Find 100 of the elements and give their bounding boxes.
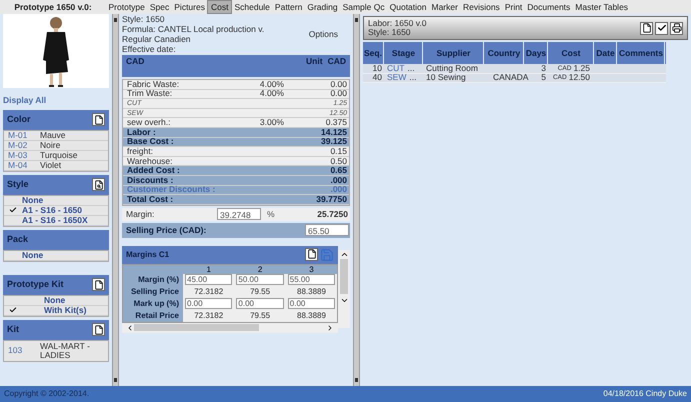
margin-field[interactable]: 55.00 (288, 274, 336, 286)
selling-price-field[interactable]: 65.50 (305, 224, 349, 236)
list-item[interactable]: M-04 Violet (4, 160, 108, 171)
color-name: Violet (40, 160, 62, 172)
row-heading: Margin (%) (123, 274, 183, 286)
margin-field[interactable]: 0.00 (236, 298, 284, 310)
menu-tab[interactable]: Spec (147, 0, 172, 14)
menu-tab[interactable]: Quotation (387, 0, 429, 14)
menu-tab[interactable]: Documents (524, 0, 573, 14)
column-heading: 3 (308, 264, 315, 274)
panel-title: Labor: 1650 v.0 (368, 19, 426, 28)
window-title: Prototype 1650 v.0: (13, 0, 93, 14)
row-label: Trim Waste: (126, 89, 174, 98)
menu-tab[interactable]: Marker (429, 0, 460, 14)
list-item[interactable]: M-03 Turquoise (4, 150, 108, 161)
new-document-button[interactable] (92, 113, 105, 126)
list-item[interactable]: None (4, 296, 108, 306)
list-item[interactable]: M-01 Mauve (4, 130, 108, 141)
cad-heading: CAD (328, 55, 346, 68)
amount-value: .000 (329, 185, 348, 194)
row-heading: Mark up (%) (123, 298, 183, 310)
currency-heading: CAD (126, 55, 144, 68)
options-link[interactable]: Options (308, 29, 338, 39)
section-title: Style (7, 178, 29, 191)
more-button[interactable]: ... (407, 64, 415, 73)
menu-tab[interactable]: Schedule (232, 0, 272, 14)
percent-value: 3.00% (260, 117, 284, 128)
margin-field[interactable]: 45.00 (185, 274, 232, 286)
table-cell-text: 10 (372, 64, 383, 73)
margin-field[interactable]: 39.2748 (217, 208, 261, 220)
table-cell-text: 88.3889 (296, 287, 327, 296)
user-date-text: 04/18/2016 Cindy Duke (603, 388, 687, 400)
amount-value: 0.375 (324, 118, 348, 128)
new-document-button[interactable] (92, 323, 105, 336)
section-title: Color (7, 113, 30, 126)
list-item[interactable]: A1 - S16 - 1650 (4, 206, 108, 216)
margin-field[interactable]: 0.00 (185, 298, 232, 310)
more-button[interactable]: ... (409, 73, 416, 82)
new-document-button[interactable] (305, 248, 318, 261)
column-heading: Seq. (363, 42, 384, 64)
color-name: Mauve (40, 128, 66, 142)
check-icon (9, 306, 17, 314)
item-label: None (43, 294, 66, 306)
amount-value: 14.125 (320, 128, 348, 137)
new-document-button[interactable] (640, 22, 653, 34)
display-all-link[interactable]: Display All (3, 94, 109, 107)
list-item[interactable]: None (4, 196, 108, 206)
check-button[interactable] (655, 22, 668, 34)
list-item[interactable]: M-02 Noire (4, 140, 108, 151)
menu-tab[interactable]: Pattern (272, 0, 305, 14)
list-item[interactable]: 103 WAL-MART - LADIES (4, 340, 108, 361)
column-heading: 1 (205, 264, 212, 274)
new-document-button[interactable] (92, 178, 105, 192)
menu-tab[interactable]: Cost (207, 0, 232, 14)
table-cell-text: 72.3182 (193, 311, 224, 320)
amount-value: 0.00 (329, 89, 348, 98)
item-label: None (22, 248, 44, 262)
margin-field[interactable]: 50.00 (236, 274, 284, 286)
row-label: Discounts : (126, 176, 174, 185)
style-label: Style: 1650 (368, 28, 412, 37)
style-label: Style: 1650 (122, 14, 166, 24)
column-heading: Date (595, 42, 617, 64)
amount-value: 0.15 (329, 146, 348, 156)
list-item[interactable]: With Kit(s) (4, 306, 108, 316)
effective-date-label: Effective date: (122, 44, 177, 54)
list-item[interactable]: None (4, 250, 108, 261)
menu-tab[interactable]: Print (502, 0, 525, 14)
selling-price-label: Selling Price (CAD): (125, 224, 208, 237)
print-button[interactable] (670, 22, 683, 34)
table-cell: 1.25 (573, 64, 590, 73)
table-cell-text: 79.55 (249, 311, 272, 320)
new-document-button[interactable] (92, 278, 105, 292)
amount-value: 0.00 (329, 80, 348, 89)
margin-field[interactable]: 0.00 (288, 298, 336, 310)
percent-sign: % (267, 208, 275, 221)
item-label: With Kit(s) (43, 304, 86, 317)
margin-amount: 25.7250 (316, 208, 349, 221)
table-cell-text: 88.3889 (296, 311, 327, 320)
row-label: Labor : (126, 128, 157, 137)
margin-label: Margin: (125, 208, 156, 221)
list-item[interactable]: A1 - S16 - 1650X (4, 216, 108, 226)
stage-link[interactable]: CUT (387, 64, 404, 73)
menu-tab[interactable]: Prototype (106, 0, 148, 14)
stage-link[interactable]: SEW (387, 73, 406, 82)
scroll-left-icon (126, 324, 134, 332)
menu-tab[interactable]: Master Tables (572, 0, 631, 14)
color-name: Turquoise (40, 148, 78, 162)
copyright-text: Copyright © 2002-2014. (4, 388, 90, 400)
horizontal-scrollbar[interactable] (122, 322, 338, 333)
menu-tab[interactable]: Sample Qc (340, 0, 388, 14)
amount-value: 0.65 (329, 166, 348, 176)
menu-tab[interactable]: Grading (304, 0, 340, 14)
percent-value: 4.00% (260, 78, 284, 89)
column-heading: 2 (256, 264, 264, 274)
row-label: Added Cost : (126, 166, 181, 176)
vertical-scrollbar[interactable] (338, 250, 350, 328)
menu-tab[interactable]: Revisions (460, 0, 502, 14)
menu-tab[interactable]: Pictures (172, 0, 208, 14)
section-title: Kit (7, 323, 19, 336)
table-cell-text: 72.3182 (193, 287, 224, 296)
